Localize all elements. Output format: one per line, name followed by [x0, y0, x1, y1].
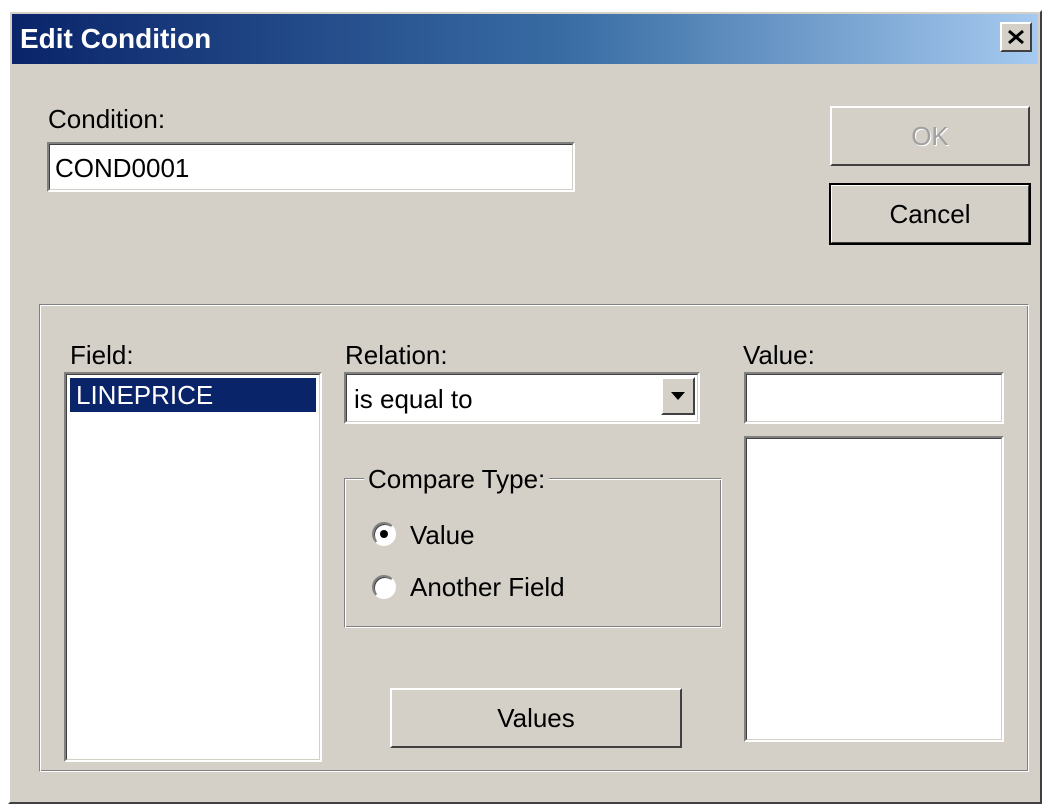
value-list[interactable]	[744, 436, 1004, 742]
radio-value-label[interactable]: Value	[410, 520, 475, 551]
value-label: Value:	[743, 340, 815, 370]
relation-dropdown-button[interactable]	[661, 377, 695, 415]
relation-combobox-value: is equal to	[354, 384, 473, 414]
cancel-button[interactable]: Cancel	[829, 183, 1031, 245]
radio-another-field[interactable]	[372, 575, 396, 599]
field-label: Field:	[70, 340, 134, 370]
field-list-item-selected[interactable]: LINEPRICE	[70, 378, 316, 412]
close-icon	[1008, 29, 1024, 45]
condition-label: Condition:	[48, 104, 166, 134]
chevron-down-icon	[671, 392, 685, 400]
condition-input[interactable]: COND0001	[47, 142, 575, 192]
relation-label: Relation:	[345, 340, 448, 370]
close-button[interactable]	[1000, 22, 1032, 52]
radio-another-field-label[interactable]: Another Field	[410, 572, 565, 603]
values-button-label: Values	[497, 702, 575, 733]
value-input[interactable]	[744, 372, 1004, 424]
title-bar[interactable]: Edit Condition	[12, 14, 1038, 64]
relation-combobox[interactable]: is equal to	[344, 372, 700, 424]
radio-value-dot	[380, 530, 388, 538]
ok-button-label: OK	[911, 120, 949, 151]
values-button[interactable]: Values	[390, 688, 682, 748]
condition-input-value: COND0001	[55, 153, 190, 183]
field-list[interactable]: LINEPRICE	[64, 372, 322, 762]
ok-button[interactable]: OK	[830, 106, 1030, 166]
radio-value[interactable]	[372, 522, 396, 546]
cancel-button-label: Cancel	[889, 198, 971, 229]
compare-type-legend: Compare Type:	[364, 464, 550, 495]
window-title: Edit Condition	[20, 23, 212, 54]
edit-condition-dialog: Edit Condition Condition: COND0001 OK Ca…	[8, 10, 1042, 804]
compare-type-group	[344, 478, 722, 628]
